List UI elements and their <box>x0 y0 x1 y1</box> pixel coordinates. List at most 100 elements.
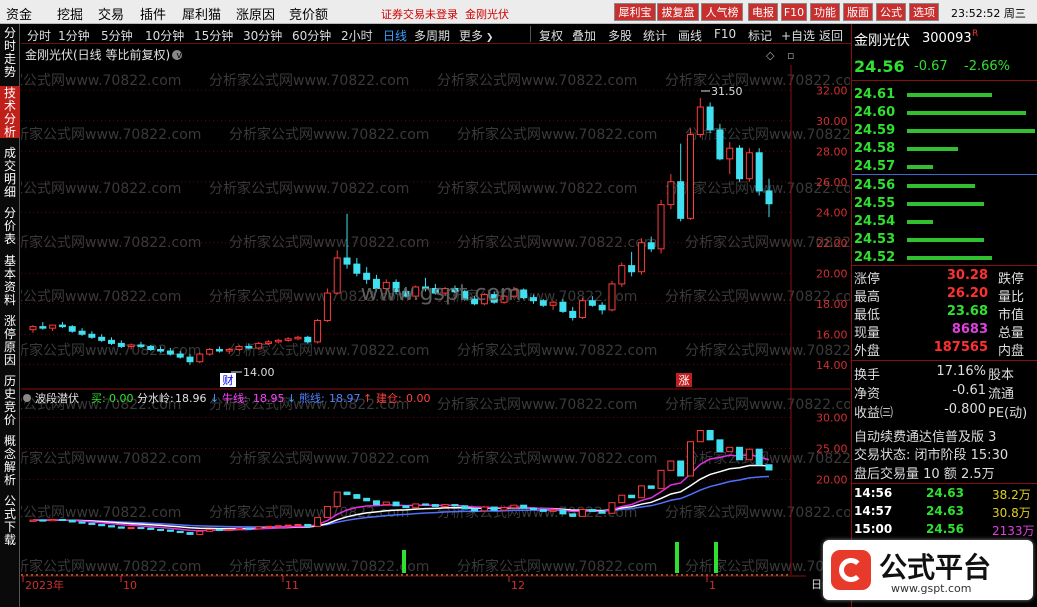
tab-history-auction[interactable]: 历史竞价 <box>0 374 20 427</box>
watermark-text: 分析家公式网www.70822.com <box>665 504 850 521</box>
period-fenshi[interactable]: 分时 <box>27 27 51 44</box>
btn-draw-line[interactable]: 画线 <box>678 27 702 44</box>
menu-item-plugins[interactable]: 插件 <box>140 4 166 23</box>
ind-candle <box>117 526 125 529</box>
notice-row[interactable]: 自动续费通达信普及版 3 <box>852 426 1037 443</box>
stat-row: 现量 8683 总量 <box>852 322 1037 341</box>
candle-body <box>225 349 233 352</box>
ind-buy-value: 0.00 <box>109 392 134 405</box>
tag-fupan[interactable]: 拔复盘 <box>657 3 699 21</box>
tab-tech-analysis[interactable]: 技术分析 <box>0 86 20 139</box>
ind-nengx-arrow-icon: ↑ <box>363 392 372 405</box>
ind-candle <box>431 504 439 507</box>
period-2hour[interactable]: 2小时 <box>341 27 373 44</box>
watermark-text: 分析家公式网www.70822.com <box>21 180 181 197</box>
tab-limit-reason[interactable]: 涨停原因 <box>0 314 20 367</box>
login-status[interactable]: 证券交易未登录 金刚光伏 <box>381 6 509 22</box>
menu-item-funds[interactable]: 资金 <box>6 4 32 23</box>
stat2-right-label: 股本 <box>988 368 1015 383</box>
high-price-label: 31.50 <box>711 85 743 98</box>
watermark-text: 分析家公式网www.70822.com <box>21 72 181 89</box>
tag-formula[interactable]: 公式 <box>876 3 906 21</box>
watermark-text: 分析家公式网www.70822.com <box>457 126 657 143</box>
after-trade: 盘后交易量 10 额 2.5万 <box>854 467 995 482</box>
watermark-text: 分析家公式网www.70822.com <box>457 558 657 575</box>
ind-candle <box>598 510 606 514</box>
period-60min[interactable]: 60分钟 <box>292 27 331 44</box>
tab-concept[interactable]: 概念解析 <box>0 434 20 487</box>
menu-item-mining[interactable]: 挖掘 <box>57 4 83 23</box>
ind-fsl-label: 分水岭: <box>137 391 174 405</box>
candle-body <box>265 341 273 344</box>
btn-back[interactable]: 返回 <box>819 27 843 44</box>
btn-restore-right[interactable]: 复权 <box>539 27 563 44</box>
low-price-label: 14.00 <box>243 366 275 379</box>
tick-volume: 38.2万 <box>992 488 1031 502</box>
candle-body <box>215 349 223 352</box>
tag-telegraph[interactable]: 电报 <box>748 3 778 21</box>
candle-body <box>108 339 116 344</box>
period-multi[interactable]: 多周期 <box>414 27 450 44</box>
indicator-dropdown-icon[interactable] <box>23 394 31 402</box>
chevron-down-icon: ❯ <box>483 33 494 43</box>
period-daily[interactable]: 日线 <box>383 27 407 44</box>
btn-overlay[interactable]: 叠加 <box>572 27 596 44</box>
watermark-text: 分析家公式网www.70822.com <box>21 126 201 143</box>
expand-icon[interactable]: ▫ <box>787 49 794 62</box>
diamond-icon[interactable]: ◇ <box>766 49 775 62</box>
bid-row: 24.56 <box>852 177 1037 195</box>
period-30min[interactable]: 30分钟 <box>243 27 282 44</box>
period-more[interactable]: 更多 ❯ <box>459 27 493 44</box>
tab-price-table[interactable]: 分价表 <box>0 206 20 246</box>
period-1min[interactable]: 1分钟 <box>58 27 90 44</box>
btn-statistics[interactable]: 统计 <box>643 27 667 44</box>
chart-area[interactable]: 分析家公式网www.70822.com 分析家公式网www.70822.com 分析… <box>0 45 885 607</box>
watermark-text: 分析家公式网www.70822.com <box>229 558 429 575</box>
book-volume-bar <box>907 165 933 169</box>
tab-trade-detail[interactable]: 成交明细 <box>0 146 20 199</box>
period-10min[interactable]: 10分钟 <box>145 27 184 44</box>
candle-body <box>137 344 145 347</box>
btn-add-watchlist[interactable]: +自选 <box>781 27 815 44</box>
ind-candle <box>686 441 694 477</box>
book-volume-bar <box>907 93 992 97</box>
ind-nx-arrow-icon: ↓ <box>287 392 296 405</box>
tag-function[interactable]: 功能 <box>810 3 840 21</box>
menu-item-auction[interactable]: 竞价额 <box>289 4 328 23</box>
tag-xilibao[interactable]: 犀利宝 <box>614 3 656 21</box>
tag-f10[interactable]: F10 <box>781 3 807 21</box>
menu-item-trade[interactable]: 交易 <box>98 4 124 23</box>
candle-body <box>677 181 685 219</box>
period-15min[interactable]: 15分钟 <box>194 27 233 44</box>
watermark-text: 分析家公式网www.70822.com <box>21 234 201 251</box>
tick-time: 15:00 <box>854 522 893 536</box>
book-volume-bar <box>907 184 975 188</box>
tab-formula-download[interactable]: 公式下载 <box>0 494 20 547</box>
tab-intraday[interactable]: 分时走势 <box>0 26 20 79</box>
ind-candle <box>539 509 547 512</box>
stat-row: 最低 23.68 市值 <box>852 304 1037 323</box>
tag-layout[interactable]: 版面 <box>843 3 873 21</box>
tag-renqi[interactable]: 人气榜 <box>701 3 743 21</box>
bid-row: 24.55 <box>852 195 1037 213</box>
btn-mark[interactable]: 标记 <box>748 27 772 44</box>
price-tick-label: 32.00 <box>816 84 848 97</box>
btn-multi-stock[interactable]: 多股 <box>608 27 632 44</box>
book-price: 24.57 <box>854 159 896 174</box>
book-price: 24.55 <box>854 196 896 211</box>
watermark-text: 分析家公式网www.70822.com <box>229 126 429 143</box>
tab-basic-info[interactable]: 基本资料 <box>0 254 20 307</box>
brand-logo-icon <box>831 550 871 590</box>
stat-value: 30.28 <box>946 268 988 283</box>
tag-options[interactable]: 选项 <box>909 3 939 21</box>
menu-item-xilimao[interactable]: 犀利猫 <box>182 4 221 23</box>
price-tick-label: 18.00 <box>816 298 848 311</box>
period-5min[interactable]: 5分钟 <box>101 27 133 44</box>
date-tick-label: 10 <box>123 579 137 592</box>
candle-body <box>755 152 763 192</box>
btn-f10[interactable]: F10 <box>714 27 736 41</box>
book-volume-bar <box>907 129 1035 133</box>
ind-candle <box>461 505 469 510</box>
menu-item-reason[interactable]: 涨原因 <box>236 4 275 23</box>
candle-body <box>520 289 528 299</box>
